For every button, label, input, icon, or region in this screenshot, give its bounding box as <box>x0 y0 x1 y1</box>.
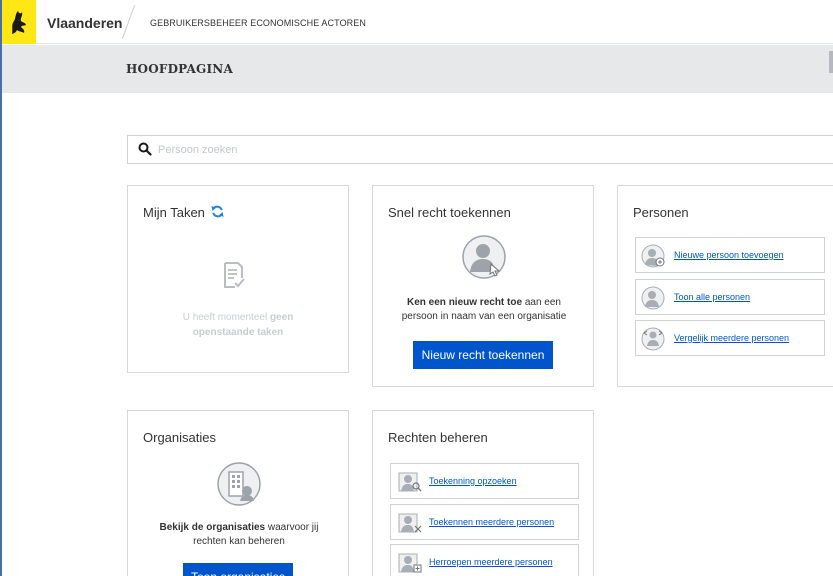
card-personen: Personen Nieuwe persoon toevoegen Toon a… <box>617 185 833 387</box>
card-rechten-beheren: Rechten beheren Toekenning opzoeken Toek… <box>372 410 594 576</box>
empty-tasks-text: U heeft momenteel <box>182 312 268 323</box>
building-icon <box>217 462 261 506</box>
card-title: Mijn Taken <box>143 205 224 220</box>
app-title[interactable]: GEBRUIKERSBEHEER ECONOMISCHE ACTOREN <box>150 18 366 28</box>
card-organisaties: Organisaties Bekijk de organisaties waar… <box>127 410 349 576</box>
brand-name[interactable]: Vlaanderen <box>47 15 122 31</box>
organisaties-description-text-2: rechten kan beheren <box>193 536 285 547</box>
card-title: Personen <box>633 205 689 220</box>
card-title: Organisaties <box>143 430 216 445</box>
top-bar: Vlaanderen GEBRUIKERSBEHEER ECONOMISCHE … <box>2 0 833 44</box>
new-right-button[interactable]: Nieuw recht toekennen <box>413 341 553 369</box>
card-mijn-taken: Mijn Taken U heeft momenteel geen openst… <box>127 185 349 373</box>
find-assignment-link[interactable]: Toekenning opzoeken <box>429 476 517 486</box>
brand-divider <box>121 4 136 40</box>
link-row-assign-multiple[interactable]: Toekennen meerdere personen <box>390 504 579 540</box>
link-row-revoke-multiple[interactable]: Herroepen meerdere personen <box>390 544 579 576</box>
add-user-icon <box>641 244 665 268</box>
app-frame: Vlaanderen GEBRUIKERSBEHEER ECONOMISCHE … <box>0 0 833 576</box>
search-user-icon <box>398 472 422 492</box>
snel-description-text-2: persoon in naam van een organisatie <box>401 311 567 322</box>
link-row-new-person[interactable]: Nieuwe persoon toevoegen <box>635 237 825 273</box>
empty-tasks-bold: geen <box>269 312 294 323</box>
refresh-icon[interactable] <box>210 205 224 218</box>
scrollbar-thumb[interactable] <box>829 51 833 73</box>
page-header: HOOFDPAGINA <box>2 45 833 93</box>
user-icon <box>462 235 506 279</box>
revoke-multiple-link[interactable]: Herroepen meerdere personen <box>429 557 553 567</box>
empty-tasks-message: U heeft momenteel geen openstaande taken <box>128 310 348 340</box>
card-title-text: Mijn Taken <box>143 205 205 220</box>
all-persons-link[interactable]: Toon alle personen <box>674 292 750 302</box>
compare-persons-link[interactable]: Vergelijk meerdere personen <box>674 333 789 343</box>
search-icon <box>138 142 152 156</box>
snel-description-text: aan een <box>522 297 561 308</box>
search-box <box>127 135 833 164</box>
organisaties-description: Bekijk de organisaties waarvoor jij rech… <box>128 521 350 549</box>
page-title: HOOFDPAGINA <box>126 62 233 76</box>
snel-description-bold: Ken een nieuw recht toe <box>407 297 523 308</box>
organisaties-description-text: waarvoor jij <box>265 522 319 533</box>
search-input[interactable] <box>158 141 658 159</box>
assign-multiple-link[interactable]: Toekennen meerdere personen <box>429 517 554 527</box>
link-row-find-assignment[interactable]: Toekenning opzoeken <box>390 463 579 499</box>
link-row-all-persons[interactable]: Toon alle personen <box>635 279 825 315</box>
card-title: Rechten beheren <box>388 430 488 445</box>
assign-users-icon <box>398 513 422 533</box>
revoke-users-icon <box>398 553 422 573</box>
card-snel-recht: Snel recht toekennen Ken een nieuw recht… <box>372 185 594 387</box>
new-person-link[interactable]: Nieuwe persoon toevoegen <box>674 250 784 260</box>
user-icon <box>641 286 665 310</box>
link-row-compare-persons[interactable]: Vergelijk meerdere personen <box>635 320 825 356</box>
empty-tasks-bold-2: openstaande taken <box>192 327 284 338</box>
checklist-icon <box>224 262 245 288</box>
compare-users-icon <box>641 327 665 351</box>
show-organisations-button[interactable]: Toon organisaties <box>183 563 293 576</box>
organisaties-description-bold: Bekijk de organisaties <box>159 522 266 533</box>
snel-description: Ken een nieuw recht toe aan een persoon … <box>373 296 595 324</box>
flemish-lion-icon <box>12 11 26 34</box>
card-title: Snel recht toekennen <box>388 205 511 220</box>
logo[interactable] <box>2 0 36 44</box>
